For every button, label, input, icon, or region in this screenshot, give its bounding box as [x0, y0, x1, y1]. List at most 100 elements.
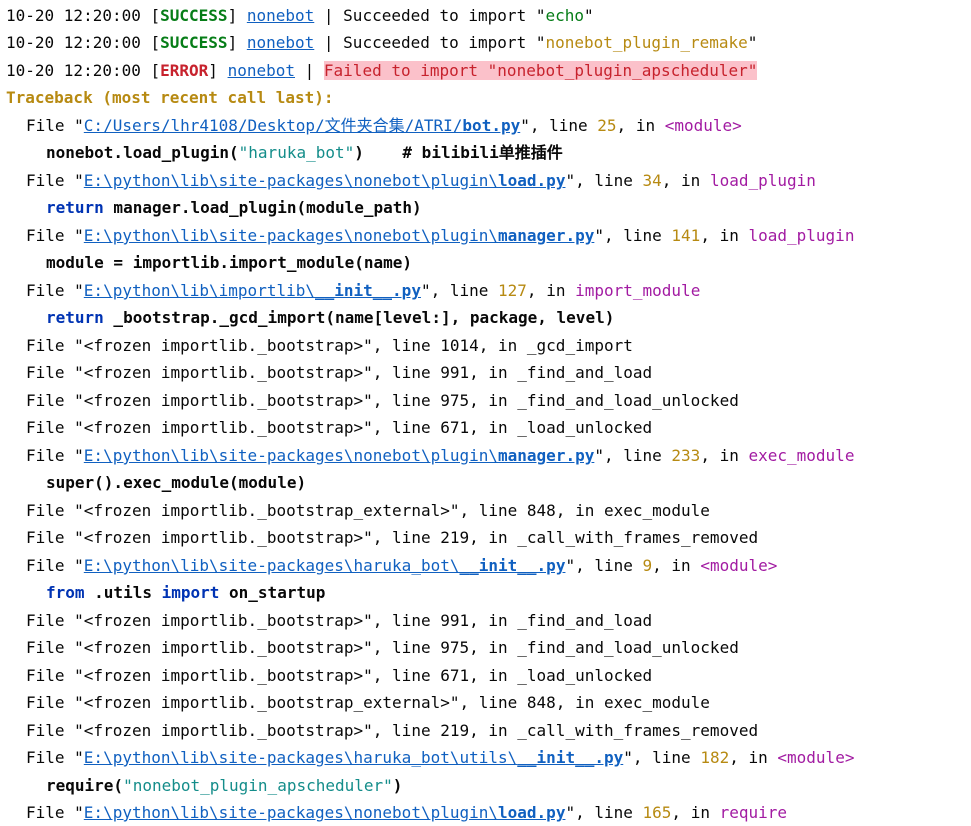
file-dir: E:\python\lib\importlib\ [83, 281, 315, 300]
file-path-link[interactable]: E:\python\lib\site-packages\nonebot\plug… [84, 226, 595, 245]
line-number: 165 [642, 803, 672, 822]
frozen-frame: File "<frozen importlib._bootstrap>", li… [26, 336, 633, 355]
level-badge: SUCCESS [160, 6, 228, 25]
file-path-link[interactable]: E:\python\lib\site-packages\nonebot\plug… [84, 803, 566, 822]
function-name: load_plugin [748, 226, 855, 245]
function-name: <module> [664, 116, 742, 135]
in-label: , in [616, 116, 665, 135]
module-name: echo [545, 6, 584, 25]
function-name: import_module [575, 281, 701, 300]
code-line: super().exec_module(module) [46, 473, 307, 492]
log-line-error: 10-20 12:20:00 [ERROR] nonebot | Failed … [6, 61, 758, 80]
file-label: File " [26, 171, 84, 190]
line-number: 9 [642, 556, 653, 575]
function-name: <module> [700, 556, 778, 575]
code-line: module = importlib.import_module(name) [46, 253, 413, 272]
log-message: Succeeded to import " [343, 6, 546, 25]
traceback-frame: File "E:\python\lib\site-packages\nonebo… [26, 222, 854, 249]
traceback-frame: File "E:\python\lib\site-packages\nonebo… [26, 442, 854, 469]
file-path-link[interactable]: E:\python\lib\site-packages\nonebot\plug… [84, 171, 566, 190]
frozen-frame: File "<frozen importlib._bootstrap>", li… [26, 528, 759, 547]
timestamp: 10-20 12:20:00 [6, 33, 141, 52]
keyword: return [46, 308, 104, 327]
file-label: File " [26, 556, 84, 575]
frozen-frame: File "<frozen importlib._bootstrap>", li… [26, 721, 759, 740]
line-label: ", line [594, 446, 672, 465]
traceback-frame: File "E:\python\lib\site-packages\nonebo… [26, 799, 787, 826]
in-label: , in [671, 803, 720, 822]
line-label: ", line [623, 748, 701, 767]
code: on_startup [219, 583, 326, 602]
file-dir: E:\python\lib\site-packages\haruka_bot\u… [83, 748, 518, 767]
line-number: 25 [597, 116, 617, 135]
frozen-frame: File "<frozen importlib._bootstrap>", li… [26, 638, 739, 657]
file-label: File " [26, 748, 84, 767]
file-name: manager.py [498, 446, 595, 465]
line-number: 141 [671, 226, 701, 245]
file-name: load.py [498, 803, 566, 822]
file-dir: E:\python\lib\site-packages\haruka_bot\ [83, 556, 460, 575]
file-path-link[interactable]: E:\python\lib\site-packages\haruka_bot\u… [84, 748, 623, 767]
logger-link[interactable]: nonebot [247, 6, 314, 25]
file-dir: E:\python\lib\site-packages\nonebot\plug… [83, 171, 499, 190]
traceback-frame: File "E:\python\lib\site-packages\haruka… [26, 744, 854, 771]
file-dir: C:/Users/lhr4108/Desktop/文件夹合集/ATRI/ [83, 116, 463, 135]
file-dir: E:\python\lib\site-packages\nonebot\plug… [83, 803, 499, 822]
file-label: File " [26, 116, 84, 135]
file-dir: E:\python\lib\site-packages\nonebot\plug… [83, 226, 499, 245]
line-label: ", line [594, 226, 672, 245]
function-name: require [719, 803, 788, 822]
file-path-link[interactable]: E:\python\lib\site-packages\nonebot\plug… [84, 446, 595, 465]
traceback-frame: File "E:\python\lib\site-packages\haruka… [26, 552, 777, 579]
file-label: File " [26, 281, 84, 300]
frozen-frame: File "<frozen importlib._bootstrap>", li… [26, 391, 739, 410]
string-literal: "haruka_bot" [238, 143, 355, 162]
code: ) [392, 776, 403, 795]
log-line-success: 10-20 12:20:00 [SUCCESS] nonebot | Succe… [6, 6, 594, 25]
quote: " [584, 6, 594, 25]
code: require( [46, 776, 124, 795]
traceback-frame: File "E:\python\lib\importlib\__init__.p… [26, 277, 700, 304]
in-label: , in [700, 226, 749, 245]
in-label: , in [652, 556, 701, 575]
file-name: bot.py [462, 116, 521, 135]
keyword: return [46, 198, 104, 217]
logger-link[interactable]: nonebot [247, 33, 314, 52]
in-label: , in [526, 281, 576, 300]
file-label: File " [26, 803, 84, 822]
file-dir: E:\python\lib\site-packages\nonebot\plug… [83, 446, 499, 465]
line-label: ", line [420, 281, 499, 300]
line-label: ", line [565, 556, 643, 575]
logger-link[interactable]: nonebot [228, 61, 295, 80]
frozen-frame: File "<frozen importlib._bootstrap_exter… [26, 693, 710, 712]
code-line: require("nonebot_plugin_apscheduler") [46, 772, 402, 799]
quote: " [747, 33, 758, 52]
file-name: __init__.py [517, 748, 624, 767]
in-label: , in [700, 446, 749, 465]
code: manager.load_plugin(module_path) [103, 198, 422, 217]
log-message: Succeeded to import " [343, 33, 546, 52]
code: ) # bilibili单推插件 [354, 143, 563, 162]
keyword: import [161, 583, 220, 602]
log-line-success: 10-20 12:20:00 [SUCCESS] nonebot | Succe… [6, 33, 758, 52]
line-label: ", line [520, 116, 598, 135]
code: .utils [84, 583, 162, 602]
line-number: 233 [671, 446, 701, 465]
code-line: return manager.load_plugin(module_path) [46, 194, 422, 221]
file-path-link[interactable]: E:\python\lib\site-packages\haruka_bot\_… [84, 556, 566, 575]
file-label: File " [26, 446, 84, 465]
file-name: load.py [498, 171, 566, 190]
error-message: Failed to import "nonebot_plugin_apsched… [323, 61, 758, 80]
function-name: load_plugin [709, 171, 816, 190]
code-line: nonebot.load_plugin("haruka_bot") # bili… [46, 139, 563, 166]
frozen-frame: File "<frozen importlib._bootstrap>", li… [26, 666, 653, 685]
file-path-link[interactable]: E:\python\lib\importlib\__init__.py [84, 281, 421, 300]
file-name: manager.py [498, 226, 595, 245]
file-path-link[interactable]: C:/Users/lhr4108/Desktop/文件夹合集/ATRI/bot.… [84, 116, 520, 135]
level-badge: SUCCESS [160, 33, 228, 52]
in-label: , in [729, 748, 778, 767]
frozen-frame: File "<frozen importlib._bootstrap>", li… [26, 418, 653, 437]
line-label: ", line [565, 803, 643, 822]
module-name: nonebot_plugin_remake [545, 33, 748, 52]
file-label: File " [26, 226, 84, 245]
